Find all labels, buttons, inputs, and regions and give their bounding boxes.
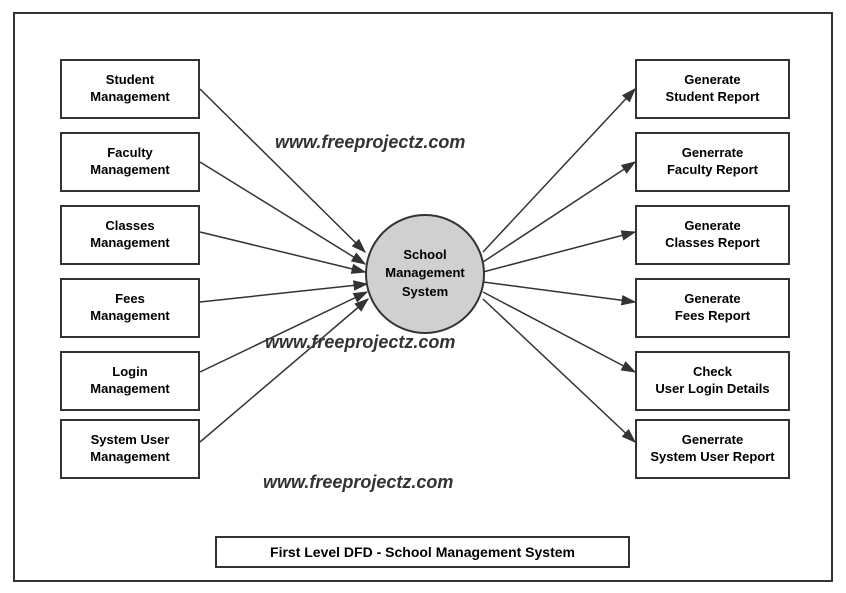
node-login-mgmt: LoginManagement [60,351,200,411]
node-student-mgmt-label: Student Management [66,72,194,106]
center-label: SchoolManagementSystem [385,246,464,301]
node-login-mgmt-label: LoginManagement [90,364,169,398]
node-gen-faculty: GenerrateFaculty Report [635,132,790,192]
node-gen-student: GenerateStudent Report [635,59,790,119]
node-gen-fees: GenerateFees Report [635,278,790,338]
watermark-mid: www.freeprojectz.com [265,332,455,353]
node-gen-fees-label: GenerateFees Report [675,291,750,325]
center-circle: SchoolManagementSystem [365,214,485,334]
node-gen-system-user-label: GenerrateSystem User Report [650,432,774,466]
watermark-bot: www.freeprojectz.com [263,472,453,493]
node-gen-classes: GenerateClasses Report [635,205,790,265]
node-classes-mgmt: ClassesManagement [60,205,200,265]
node-gen-classes-label: GenerateClasses Report [665,218,760,252]
diagram-container: www.freeprojectz.com www.freeprojectz.co… [13,12,833,582]
node-check-login-label: CheckUser Login Details [655,364,769,398]
node-student-mgmt: Student Management [60,59,200,119]
node-gen-system-user: GenerrateSystem User Report [635,419,790,479]
node-fees-mgmt: FeesManagement [60,278,200,338]
caption-label: First Level DFD - School Management Syst… [270,544,575,560]
node-classes-mgmt-label: ClassesManagement [90,218,169,252]
node-faculty-mgmt-label: FacultyManagement [90,145,169,179]
node-fees-mgmt-label: FeesManagement [90,291,169,325]
watermark-top: www.freeprojectz.com [275,132,465,153]
node-gen-faculty-label: GenerrateFaculty Report [667,145,758,179]
node-system-user-mgmt-label: System UserManagement [90,432,169,466]
node-faculty-mgmt: FacultyManagement [60,132,200,192]
node-system-user-mgmt: System UserManagement [60,419,200,479]
node-check-login: CheckUser Login Details [635,351,790,411]
node-gen-student-label: GenerateStudent Report [666,72,760,106]
caption-box: First Level DFD - School Management Syst… [215,536,630,568]
